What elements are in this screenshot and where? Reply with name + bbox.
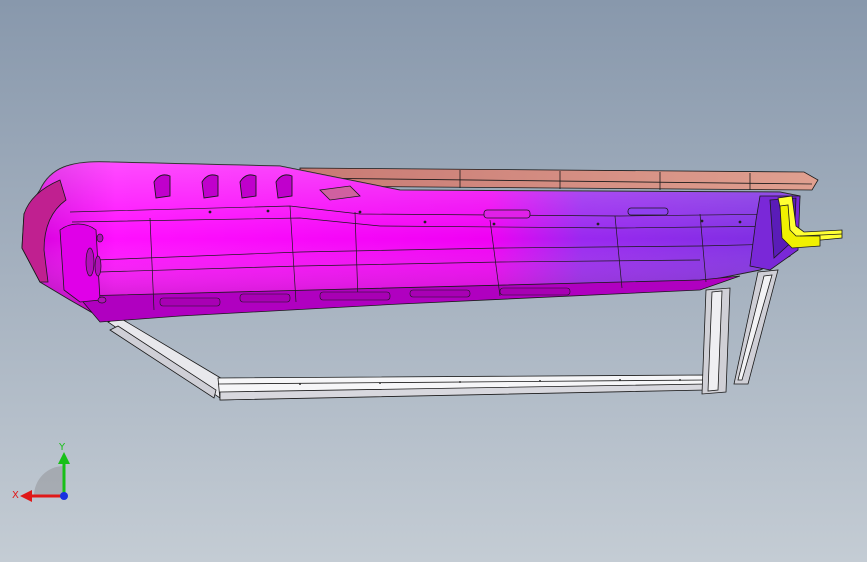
x-axis-arrowhead bbox=[20, 490, 32, 502]
y-axis-label: Y bbox=[58, 442, 66, 453]
y-axis-arrowhead bbox=[58, 452, 70, 464]
triad-plane-shade bbox=[34, 466, 64, 496]
cad-model-view[interactable] bbox=[0, 0, 867, 562]
axis-triad: Y X bbox=[12, 440, 76, 508]
z-axis-indicator bbox=[60, 492, 68, 500]
graphics-viewport[interactable]: Y X bbox=[0, 0, 867, 562]
x-axis-label: X bbox=[12, 490, 19, 501]
